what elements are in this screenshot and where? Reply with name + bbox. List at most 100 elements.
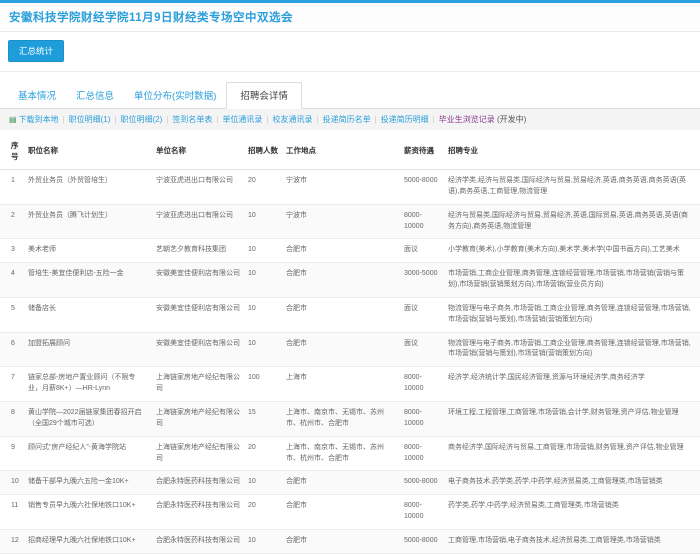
cell-count: 10 <box>246 204 284 239</box>
cell-company: 上海链家房地产经纪有限公司 <box>154 401 246 436</box>
cell-company: 安徽美宜佳便利店有限公司 <box>154 263 246 298</box>
cell-salary: 5000-8000 <box>402 529 446 553</box>
col-header-location: 工作地点 <box>284 134 402 170</box>
cell-location: 宁波市 <box>284 204 402 239</box>
link-separator: | <box>114 115 116 124</box>
link-resume-list[interactable]: 投递简历名单 <box>323 115 371 124</box>
cell-no: 6 <box>0 332 26 367</box>
cell-location: 合肥市 <box>284 495 402 530</box>
cell-company: 合肥永特医药科技有限公司 <box>154 471 246 495</box>
tab-unit-distribution[interactable]: 单位分布(实时数据) <box>124 83 226 108</box>
link-alumni-contacts[interactable]: 校友通讯录 <box>273 115 313 124</box>
positions-table: 序号职位名称单位名称招聘人数工作地点薪资待遇招聘专业 1外贸业务员（外贸管培生）… <box>0 134 700 554</box>
toolbar-links: ▤下载到本地|职位明细(1)|职位明细(2)|签到名单表|单位通讯录|校友通讯录… <box>0 109 700 130</box>
cell-count: 20 <box>246 436 284 471</box>
cell-majors: 经济学,经济统计学,国民经济管理,资源与环境经济学,商务经济学 <box>446 367 700 402</box>
link-separator: | <box>317 115 319 124</box>
cell-location: 合肥市 <box>284 239 402 263</box>
cell-no: 11 <box>0 495 26 530</box>
cell-position: 链家总部-房地产置业顾问（不限专业，月薪8K+）—HR-Lynn <box>26 367 154 402</box>
cell-salary: 面议 <box>402 239 446 263</box>
cell-count: 10 <box>246 263 284 298</box>
cell-salary: 8000-10000 <box>402 495 446 530</box>
link-unit-contacts[interactable]: 单位通讯录 <box>222 115 262 124</box>
table-row: 9顾问式“房产经纪人”-黄海学院站上海链家房地产经纪有限公司20上海市、南京市、… <box>0 436 700 471</box>
table-body: 1外贸业务员（外贸管培生）宁波亚虎进出口有限公司20宁波市5000-8000经济… <box>0 170 700 554</box>
link-separator: | <box>266 115 268 124</box>
cell-location: 上海市、南京市、无锡市、苏州市、杭州市、合肥市 <box>284 401 402 436</box>
tabs: 基本情况汇总信息单位分布(实时数据)招聘会详情 <box>0 82 700 109</box>
cell-no: 4 <box>0 263 26 298</box>
cell-majors: 商务经济学,国际经济与贸易,工商管理,市场营销,财务管理,资产评估,物业管理 <box>446 436 700 471</box>
link-suffix: (开发中) <box>495 115 527 124</box>
cell-majors: 市场营销,工商企业管理,商务管理,连锁经营管理,市场营销,市场营销(营销与策划)… <box>446 263 700 298</box>
cell-location: 上海市 <box>284 367 402 402</box>
table-row: 5储备店长安徽美宜佳便利店有限公司10合肥市面议物流管理与电子商务,市场营销,工… <box>0 297 700 332</box>
table-row: 2外贸业务员（腾飞计划生）宁波亚虎进出口有限公司10宁波市8000-10000经… <box>0 204 700 239</box>
cell-position: 美术老师 <box>26 239 154 263</box>
cell-company: 宁波亚虎进出口有限公司 <box>154 204 246 239</box>
cell-company: 合肥永特医药科技有限公司 <box>154 529 246 553</box>
cell-salary: 8000-10000 <box>402 367 446 402</box>
link-separator: | <box>375 115 377 124</box>
toolbar: 汇总统计 <box>0 32 700 72</box>
cell-majors: 物流管理与电子商务,市场营销,工商企业管理,商务管理,连锁经营管理,市场营销,市… <box>446 297 700 332</box>
cell-company: 宁波亚虎进出口有限公司 <box>154 170 246 205</box>
cell-count: 20 <box>246 495 284 530</box>
cell-location: 宁波市 <box>284 170 402 205</box>
cell-position: 储备店长 <box>26 297 154 332</box>
tab-fair-details[interactable]: 招聘会详情 <box>226 82 302 109</box>
col-header-no: 序号 <box>0 134 26 170</box>
col-header-company: 单位名称 <box>154 134 246 170</box>
link-download-local[interactable]: ▤下载到本地 <box>9 115 59 124</box>
cell-location: 合肥市 <box>284 332 402 367</box>
cell-salary: 面议 <box>402 297 446 332</box>
link-resume-detail[interactable]: 投递简历明细 <box>381 115 429 124</box>
tab-summary-info[interactable]: 汇总信息 <box>66 83 124 108</box>
cell-position: 销售专员早九晚六社保地铁口10K+ <box>26 495 154 530</box>
link-separator: | <box>433 115 435 124</box>
table-row: 12招商经理早九晚六社保地铁口10K+合肥永特医药科技有限公司10合肥市5000… <box>0 529 700 553</box>
table-row: 11销售专员早九晚六社保地铁口10K+合肥永特医药科技有限公司20合肥市8000… <box>0 495 700 530</box>
cell-count: 10 <box>246 239 284 263</box>
cell-location: 合肥市 <box>284 529 402 553</box>
cell-company: 合肥永特医药科技有限公司 <box>154 495 246 530</box>
cell-salary: 8000-10000 <box>402 436 446 471</box>
link-position-detail-1[interactable]: 职位明细(1) <box>69 115 111 124</box>
excel-icon: ▤ <box>9 115 17 124</box>
cell-count: 10 <box>246 297 284 332</box>
cell-no: 2 <box>0 204 26 239</box>
table-row: 3美术老师艺朝艺夕教育科技集团10合肥市面议小学教育(美术),小学教育(美术方向… <box>0 239 700 263</box>
cell-salary: 8000-10000 <box>402 401 446 436</box>
table-row: 10储备干部早九晚六五险一金10K+合肥永特医药科技有限公司10合肥市5000-… <box>0 471 700 495</box>
cell-company: 安徽美宜佳便利店有限公司 <box>154 297 246 332</box>
link-separator: | <box>216 115 218 124</box>
cell-location: 合肥市 <box>284 263 402 298</box>
col-header-count: 招聘人数 <box>246 134 284 170</box>
table-row: 6加盟拓展顾问安徽美宜佳便利店有限公司10合肥市面议物流管理与电子商务,市场营销… <box>0 332 700 367</box>
cell-count: 20 <box>246 170 284 205</box>
col-header-majors: 招聘专业 <box>446 134 700 170</box>
cell-company: 上海链家房地产经纪有限公司 <box>154 436 246 471</box>
cell-location: 合肥市 <box>284 297 402 332</box>
cell-no: 12 <box>0 529 26 553</box>
cell-count: 15 <box>246 401 284 436</box>
cell-salary: 3000-5000 <box>402 263 446 298</box>
cell-no: 10 <box>0 471 26 495</box>
cell-count: 10 <box>246 529 284 553</box>
cell-count: 10 <box>246 332 284 367</box>
link-graduate-browse-log[interactable]: 毕业生浏览记录 (开发中) <box>439 115 527 124</box>
cell-company: 上海链家房地产经纪有限公司 <box>154 367 246 402</box>
summary-stats-button[interactable]: 汇总统计 <box>8 40 64 62</box>
cell-company: 艺朝艺夕教育科技集团 <box>154 239 246 263</box>
link-separator: | <box>166 115 168 124</box>
cell-location: 合肥市 <box>284 471 402 495</box>
tab-basic-info[interactable]: 基本情况 <box>8 83 66 108</box>
cell-no: 9 <box>0 436 26 471</box>
cell-no: 1 <box>0 170 26 205</box>
link-signin-list[interactable]: 签到名单表 <box>172 115 212 124</box>
cell-position: 黄山学院—2022届链家集团春招开启（全国29个城市可选） <box>26 401 154 436</box>
link-position-detail-2[interactable]: 职位明细(2) <box>121 115 163 124</box>
cell-salary: 面议 <box>402 332 446 367</box>
cell-majors: 经济与贸易类,国际经济与贸易,贸易经济,英语,国际贸易,英语,商务英语,英语(商… <box>446 204 700 239</box>
